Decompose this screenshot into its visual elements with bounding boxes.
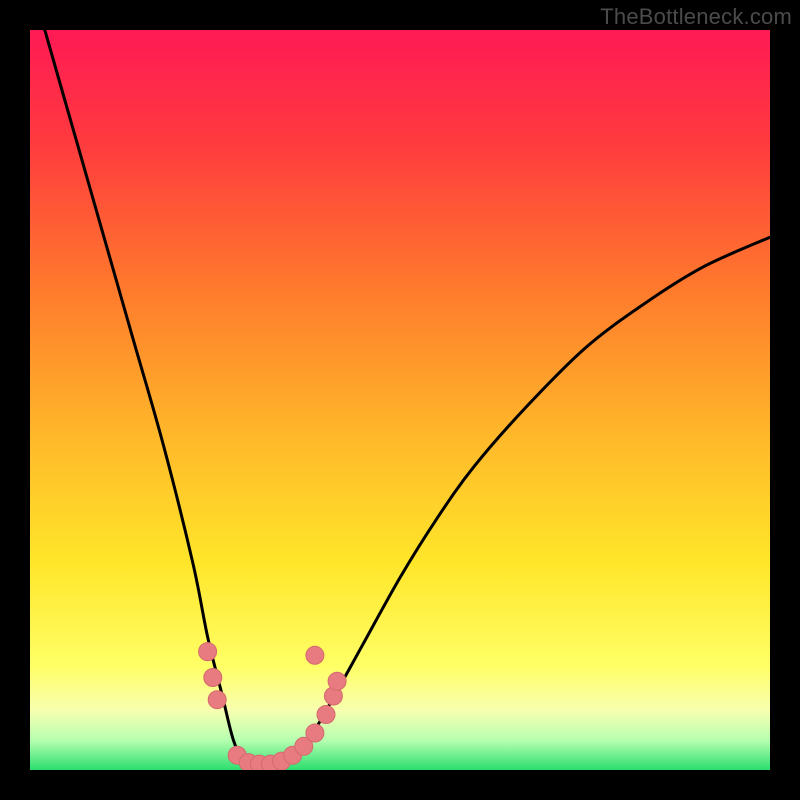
curve-marker: [204, 669, 222, 687]
curve-marker: [317, 706, 335, 724]
watermark-text: TheBottleneck.com: [600, 4, 792, 30]
curve-marker: [328, 672, 346, 690]
curve-markers: [199, 643, 347, 770]
bottleneck-curve: [45, 30, 770, 767]
curve-marker: [199, 643, 217, 661]
curve-marker: [306, 724, 324, 742]
curve-marker: [208, 691, 226, 709]
curve-layer: [30, 30, 770, 770]
chart-frame: TheBottleneck.com: [0, 0, 800, 800]
plot-area: [30, 30, 770, 770]
curve-marker: [306, 646, 324, 664]
